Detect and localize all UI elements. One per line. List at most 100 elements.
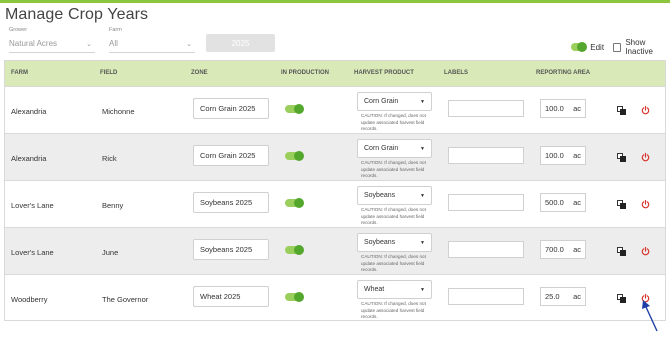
farm-cell: Alexandria [11, 154, 47, 163]
table-header: FARM FIELD ZONE IN PRODUCTION HARVEST PR… [5, 61, 665, 86]
power-icon[interactable] [641, 293, 650, 303]
crop-years-table: FARM FIELD ZONE IN PRODUCTION HARVEST PR… [4, 60, 666, 321]
show-inactive-label: Show Inactive [625, 38, 653, 56]
reporting-area-input[interactable]: 100.0 ac [540, 99, 586, 118]
reporting-area-input[interactable]: 100.0 ac [540, 146, 586, 165]
zone-input[interactable]: Soybeans 2025 [193, 192, 269, 213]
reporting-area-input[interactable]: 25.0 ac [540, 287, 586, 306]
area-value: 100.0 [545, 151, 564, 160]
field-cell: Benny [102, 201, 124, 210]
grower-filter-label: Grower [9, 27, 28, 33]
harvest-product-select[interactable]: Corn Grain ▼ [357, 139, 432, 158]
harvest-product-value: Corn Grain [364, 98, 399, 105]
zone-input[interactable]: Wheat 2025 [193, 286, 269, 307]
edit-controls: Edit Show Inactive [571, 38, 670, 56]
power-icon[interactable] [641, 199, 650, 209]
in-production-toggle[interactable] [285, 245, 304, 255]
caret-down-icon: ▼ [420, 98, 425, 105]
in-production-toggle[interactable] [285, 198, 304, 208]
grower-select[interactable]: Natural Acres ⌄ [9, 35, 95, 53]
header-zone: ZONE [191, 70, 208, 76]
copy-icon[interactable] [617, 153, 626, 162]
harvest-product-cell: Soybeans ▼ CAUTION: If changed, does not… [357, 233, 437, 274]
area-value: 100.0 [545, 104, 564, 113]
power-icon[interactable] [641, 152, 650, 162]
area-value: 25.0 [545, 292, 560, 301]
in-production-toggle[interactable] [285, 104, 304, 114]
harvest-product-cell: Corn Grain ▼ CAUTION: If changed, does n… [357, 92, 437, 133]
caret-down-icon: ▼ [420, 239, 425, 246]
labels-input[interactable] [448, 194, 524, 211]
farm-select[interactable]: All ⌄ [109, 35, 195, 53]
farm-select-value: All [109, 39, 118, 48]
harvest-product-value: Soybeans [364, 192, 396, 199]
field-cell: Rick [102, 154, 117, 163]
area-value: 500.0 [545, 198, 564, 207]
field-cell: The Governor [102, 295, 149, 304]
harvest-product-select[interactable]: Corn Grain ▼ [357, 92, 432, 111]
harvest-product-value: Soybeans [364, 239, 396, 246]
grower-select-value: Natural Acres [9, 39, 58, 48]
harvest-product-value: Corn Grain [364, 145, 399, 152]
harvest-product-select[interactable]: Wheat ▼ [357, 280, 432, 299]
caret-down-icon: ▼ [420, 286, 425, 293]
header-harvest-product: HARVEST PRODUCT [354, 70, 414, 76]
header-farm: FARM [11, 70, 28, 76]
farm-cell: Alexandria [11, 107, 47, 116]
area-unit: ac [573, 198, 581, 207]
zone-input[interactable]: Soybeans 2025 [193, 239, 269, 260]
in-production-toggle[interactable] [285, 292, 304, 302]
reporting-area-input[interactable]: 700.0 ac [540, 240, 586, 259]
caret-down-icon: ▼ [420, 192, 425, 199]
harvest-product-cell: Wheat ▼ CAUTION: If changed, does not up… [357, 280, 437, 321]
area-unit: ac [573, 245, 581, 254]
header-labels: LABELS [444, 70, 468, 76]
labels-input[interactable] [448, 288, 524, 305]
area-value: 700.0 [545, 245, 564, 254]
table-row: Alexandria Michonne Corn Grain 2025 Corn… [5, 86, 665, 133]
harvest-product-select[interactable]: Soybeans ▼ [357, 233, 432, 252]
chevron-down-icon: ⌄ [186, 40, 192, 48]
page-title: Manage Crop Years [5, 6, 149, 23]
grower-filter[interactable]: Grower Natural Acres ⌄ [9, 27, 95, 53]
caution-text: CAUTION: If changed, does not update ass… [361, 113, 426, 131]
farm-cell: Woodberry [11, 295, 48, 304]
farm-filter-label: Farm [109, 27, 122, 33]
area-unit: ac [573, 292, 581, 301]
labels-input[interactable] [448, 100, 524, 117]
power-icon[interactable] [641, 246, 650, 256]
harvest-product-cell: Soybeans ▼ CAUTION: If changed, does not… [357, 186, 437, 227]
copy-icon[interactable] [617, 294, 626, 303]
header-field: FIELD [100, 70, 118, 76]
field-cell: Michonne [102, 107, 135, 116]
show-inactive-checkbox[interactable] [613, 42, 622, 52]
field-cell: June [102, 248, 119, 257]
harvest-product-select[interactable]: Soybeans ▼ [357, 186, 432, 205]
caret-down-icon: ▼ [420, 145, 425, 152]
power-icon[interactable] [641, 105, 650, 115]
farm-filter[interactable]: Farm All ⌄ [109, 27, 195, 53]
copy-icon[interactable] [617, 247, 626, 256]
edit-label: Edit [590, 42, 605, 52]
table-row: Alexandria Rick Corn Grain 2025 Corn Gra… [5, 133, 665, 180]
caution-text: CAUTION: If changed, does not update ass… [361, 207, 426, 225]
caution-text: CAUTION: If changed, does not update ass… [361, 254, 426, 272]
table-row: Lover's Lane June Soybeans 2025 Soybeans… [5, 227, 665, 274]
year-field[interactable]: 2025 [206, 34, 275, 52]
harvest-product-value: Wheat [364, 286, 385, 293]
reporting-area-input[interactable]: 500.0 ac [540, 193, 586, 212]
caution-text: CAUTION: If changed, does not update ass… [361, 160, 426, 178]
top-accent-bar [0, 0, 670, 3]
labels-input[interactable] [448, 147, 524, 164]
area-unit: ac [573, 104, 581, 113]
copy-icon[interactable] [617, 106, 626, 115]
farm-cell: Lover's Lane [11, 248, 54, 257]
copy-icon[interactable] [617, 200, 626, 209]
in-production-toggle[interactable] [285, 151, 304, 161]
header-reporting-area: REPORTING AREA [536, 70, 591, 76]
zone-input[interactable]: Corn Grain 2025 [193, 98, 269, 119]
edit-toggle[interactable] [571, 42, 588, 52]
zone-input[interactable]: Corn Grain 2025 [193, 145, 269, 166]
labels-input[interactable] [448, 241, 524, 258]
chevron-down-icon: ⌄ [86, 40, 92, 48]
